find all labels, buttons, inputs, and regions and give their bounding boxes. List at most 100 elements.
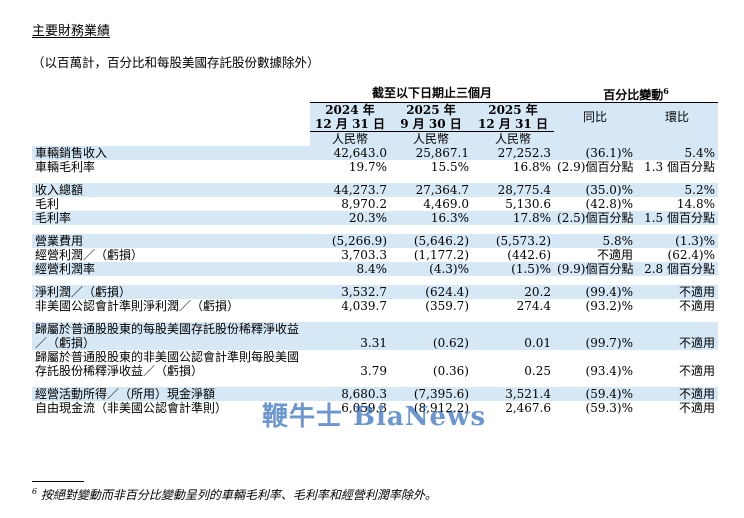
qoq-change: 不適用 [679,299,716,313]
row-label: 經營利潤／（虧損） [35,248,144,262]
table-row: 收入總額 44,273.7 27,364.7 28,775.4 (35.0)% 5.2% [32,183,719,197]
qoq-change: (1.3)% [675,234,716,248]
period-1-date: 12 月 31 日 [310,117,390,132]
value-2025-q4: (442.6) [507,248,552,262]
value-2025-q4: 28,775.4 [497,183,552,197]
qoq-change: 1.3 個百分點 [644,160,716,174]
row-label: 毛利 [35,197,60,211]
period-2-year: 2025 年 [390,102,472,117]
header-year-row: 2024 年 2025 年 2025 年 同比 環比 [32,102,719,132]
value-2025-q3: 15.5% [430,160,469,174]
period-group-header: 截至以下日期止三個月 [310,84,555,103]
change-group-header: 百分比變動6 [554,84,719,103]
period-1-currency: 人民幣 [310,131,390,146]
qoq-change: 不適用 [679,387,716,401]
value-2025-q4: 27,252.3 [497,146,552,160]
qoq-change: 5.2% [684,183,716,197]
yoy-change: (93.2)% [585,299,634,313]
financial-results-table: 截至以下日期止三個月 百分比變動6 2024 年 2025 年 2025 年 同… [32,84,719,415]
yoy-change: (59.4)% [585,387,634,401]
qoq-change: 不適用 [679,285,716,299]
value-2024-q4: 3,532.7 [341,285,387,299]
value-2025-q4: 5,130.6 [505,197,552,211]
yoy-change: (35.0)% [585,183,634,197]
value-2024-q4: 19.7% [348,160,387,174]
header-group-row: 截至以下日期止三個月 百分比變動6 [32,84,719,103]
section-title: 主要財務業績 [32,24,111,39]
value-2024-q4: 8,970.2 [341,197,387,211]
yoy-change: (9.9)個百分點 [557,262,634,276]
period-3-year: 2025 年 [472,102,555,117]
value-2025-q4: 16.8% [512,160,552,174]
qoq-change: 不適用 [679,364,716,378]
value-2024-q4: 3.31 [360,336,387,350]
value-2024-q4: 3,703.3 [341,248,387,262]
table-row: 經營利潤率 8.4% (4.3)% (1.5)% (9.9)個百分點 2.8 個百分點 [32,262,719,276]
period-3-date: 12 月 31 日 [472,117,555,132]
row-gap [32,313,718,322]
header-currency-row: 人民幣 人民幣 人民幣 [32,131,719,146]
value-2025-q4: (5,573.2) [495,234,552,248]
value-2025-q3: 25,867.1 [415,146,469,160]
row-gap [32,378,718,387]
table-row: 經營利潤／（虧損） 3,703.3 (1,177.2) (442.6) 不適用 (62.4… [32,248,718,262]
table-row: 淨利潤／（虧損） 3,532.7 (624.4) 20.2 (99.4)% 不適用 [32,285,719,299]
qoq-change: 5.4% [684,146,716,160]
table-row: 非美國公認會計準則淨利潤／（虧損） 4,039.7 (359.7) 274.4 (93.… [32,299,718,313]
value-2025-q3: 4,469.0 [423,197,469,211]
row-label: 淨利潤／（虧損） [35,285,132,299]
value-2024-q4: 3.79 [360,364,387,378]
value-2024-q4: 20.3% [348,211,387,225]
yoy-header: 同比 [554,102,637,132]
row-label: 歸屬於普通股股東的每股美國存託股份稀釋淨收益／（虧損） [35,322,300,350]
value-2025-q3: 16.3% [430,211,469,225]
table-row: 毛利率 20.3% 16.3% 17.8% (2.5)個百分點 1.5 個百分點 [32,211,719,225]
row-gap [32,276,718,285]
table-row: 車輛毛利率 19.7% 15.5% 16.8% (2.9)個百分點 1.3 個百分點 [32,160,718,174]
value-2025-q4: 274.4 [516,299,552,313]
period-3-currency: 人民幣 [472,131,555,146]
value-2025-q3: (0.36) [432,364,469,378]
value-2025-q3: (5,646.2) [413,234,469,248]
yoy-change: (42.8)% [585,197,634,211]
yoy-change: 5.8% [602,234,634,248]
qoq-change: 1.5 個百分點 [644,211,716,225]
value-2025-q3: (1,177.2) [413,248,469,262]
qoq-change: 2.8 個百分點 [644,262,716,276]
footnote: 6 按絕對變動而非百分比變動呈列的車輛毛利率、毛利率和經營利潤率除外。 [32,487,437,502]
value-2025-q4: 20.2 [524,285,552,299]
yoy-change: (2.5)個百分點 [557,211,634,225]
table-row: 毛利 8,970.2 4,469.0 5,130.6 (42.8)% 14.8% [32,197,718,211]
row-label: 毛利率 [35,211,72,225]
value-2024-q4: 42,643.0 [333,146,387,160]
value-2025-q3: (359.7) [425,299,469,313]
qoq-change: (62.4)% [667,248,716,262]
value-2025-q3: (0.62) [432,336,469,350]
table-row: 歸屬於普通股股東的每股美國存託股份稀釋淨收益／（虧損） 3.31 (0.62) 0.0… [32,322,719,350]
table-row: 歸屬於普通股股東的非美國公認會計準則每股美國存託股份稀釋淨收益／（虧損） 3.79… [32,350,718,378]
qoq-change: 不適用 [679,401,716,415]
yoy-change: (93.4)% [585,364,634,378]
qoq-change: 14.8% [676,197,716,211]
qoq-header: 環比 [636,102,719,132]
value-2025-q3: (624.4) [425,285,469,299]
value-2025-q3: (4.3)% [429,262,469,276]
value-2025-q4: 0.25 [524,364,552,378]
value-2025-q4: 17.8% [512,211,552,225]
yoy-change: (99.7)% [585,336,634,350]
table-row: 營業費用 (5,266.9) (5,646.2) (5,573.2) 5.8% (1.3)… [32,234,719,248]
row-label: 營業費用 [35,234,84,248]
yoy-change: (99.4)% [585,285,634,299]
row-gap [32,174,718,183]
value-2024-q4: 4,039.7 [341,299,387,313]
footnote-divider [32,481,84,482]
yoy-change: (59.3)% [585,401,634,415]
period-2-date: 9 月 30 日 [390,117,472,132]
watermark-logo: 鞭牛士 BiaNews [262,402,487,432]
row-label: 收入總額 [35,183,84,197]
qoq-change: 不適用 [679,336,716,350]
row-gap [32,225,718,234]
row-label: 車輛銷售收入 [35,146,108,160]
value-2025-q4: (1.5)% [511,262,552,276]
yoy-change: (2.9)個百分點 [557,160,634,174]
